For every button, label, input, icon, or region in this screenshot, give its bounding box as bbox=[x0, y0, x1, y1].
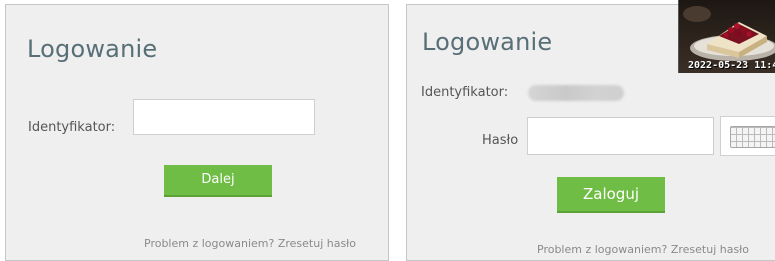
identifier-label: Identyfikator: bbox=[421, 85, 509, 100]
cake-photo-thumbnail: 2022-05-23 11:4 bbox=[678, 0, 775, 73]
login-panel-step1: Logowanie Identyfikator: Dalej Problem z… bbox=[5, 4, 389, 261]
photo-timestamp: 2022-05-23 11:4 bbox=[688, 60, 775, 71]
page-title: Logowanie bbox=[27, 35, 158, 63]
reset-password-link[interactable]: Problem z logowaniem? Zresetuj hasło bbox=[144, 237, 356, 250]
identifier-input[interactable] bbox=[133, 99, 315, 135]
next-button[interactable]: Dalej bbox=[164, 165, 272, 197]
virtual-keyboard-icon bbox=[730, 126, 775, 148]
identifier-label: Identyfikator: bbox=[28, 120, 116, 135]
login-button[interactable]: Zaloguj bbox=[557, 177, 665, 213]
reset-password-link[interactable]: Problem z logowaniem? Zresetuj hasło bbox=[537, 243, 749, 256]
virtual-keyboard-button[interactable] bbox=[720, 116, 775, 156]
page-title: Logowanie bbox=[422, 28, 553, 56]
password-input[interactable] bbox=[527, 117, 714, 155]
password-label: Hasło bbox=[482, 133, 519, 148]
identifier-value-blurred bbox=[528, 85, 624, 101]
